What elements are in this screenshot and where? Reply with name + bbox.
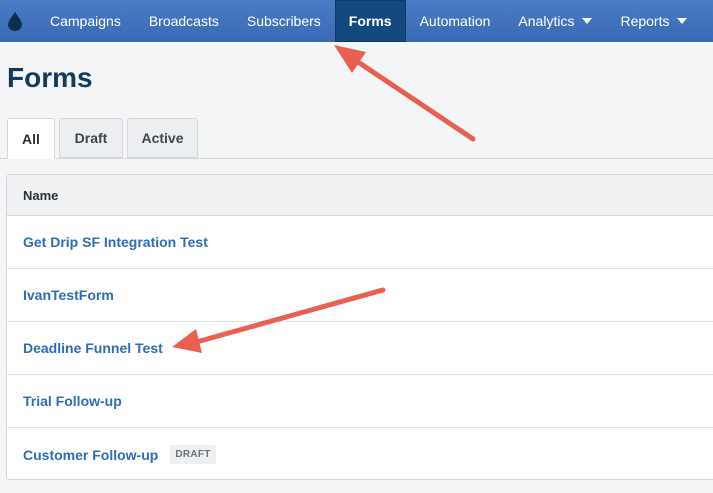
top-nav: Campaigns Broadcasts Subscribers Forms A… [0,0,713,42]
nav-subscribers[interactable]: Subscribers [233,0,335,42]
table-row[interactable]: Get Drip SF Integration Test [7,216,713,269]
nav-analytics[interactable]: Analytics [504,0,606,42]
nav-label: Subscribers [246,13,321,29]
nav-reports[interactable]: Reports [606,0,701,42]
caret-down-icon [582,18,593,24]
tab-active[interactable]: Active [127,118,198,158]
tab-draft[interactable]: Draft [59,118,123,158]
page-title: Forms [7,62,93,93]
tabs-divider [0,158,713,159]
form-link[interactable]: Deadline Funnel Test [23,340,163,356]
form-link[interactable]: IvanTestForm [23,287,114,303]
forms-table: Name Get Drip SF Integration Test IvanTe… [6,174,713,480]
nav-label: Reports [620,13,670,29]
nav-campaigns[interactable]: Campaigns [30,0,135,42]
nav-label: Campaigns [50,13,121,29]
caret-down-icon [677,18,688,24]
drip-logo-icon[interactable] [0,0,30,42]
table-row[interactable]: Customer Follow-up DRAFT [7,428,713,481]
form-link[interactable]: Get Drip SF Integration Test [23,234,208,250]
tab-label: All [22,130,40,147]
tab-label: Active [141,130,184,146]
form-link[interactable]: Customer Follow-up [23,447,158,463]
draft-badge: DRAFT [170,445,216,464]
nav-forms[interactable]: Forms [334,0,406,42]
form-link[interactable]: Trial Follow-up [23,393,122,409]
nav-label: Broadcasts [148,13,219,29]
table-row[interactable]: IvanTestForm [7,269,713,322]
nav-label: Analytics [518,13,575,29]
nav-broadcasts[interactable]: Broadcasts [135,0,233,42]
nav-automation[interactable]: Automation [406,0,505,42]
tab-all[interactable]: All [7,118,55,159]
filter-tabs: All Draft Active [0,118,713,159]
nav-label: Automation [419,13,491,29]
table-row[interactable]: Deadline Funnel Test [7,322,713,375]
nav-label: Forms [348,13,392,29]
table-row[interactable]: Trial Follow-up [7,375,713,428]
tab-label: Draft [74,130,108,146]
column-header-name[interactable]: Name [7,175,713,216]
